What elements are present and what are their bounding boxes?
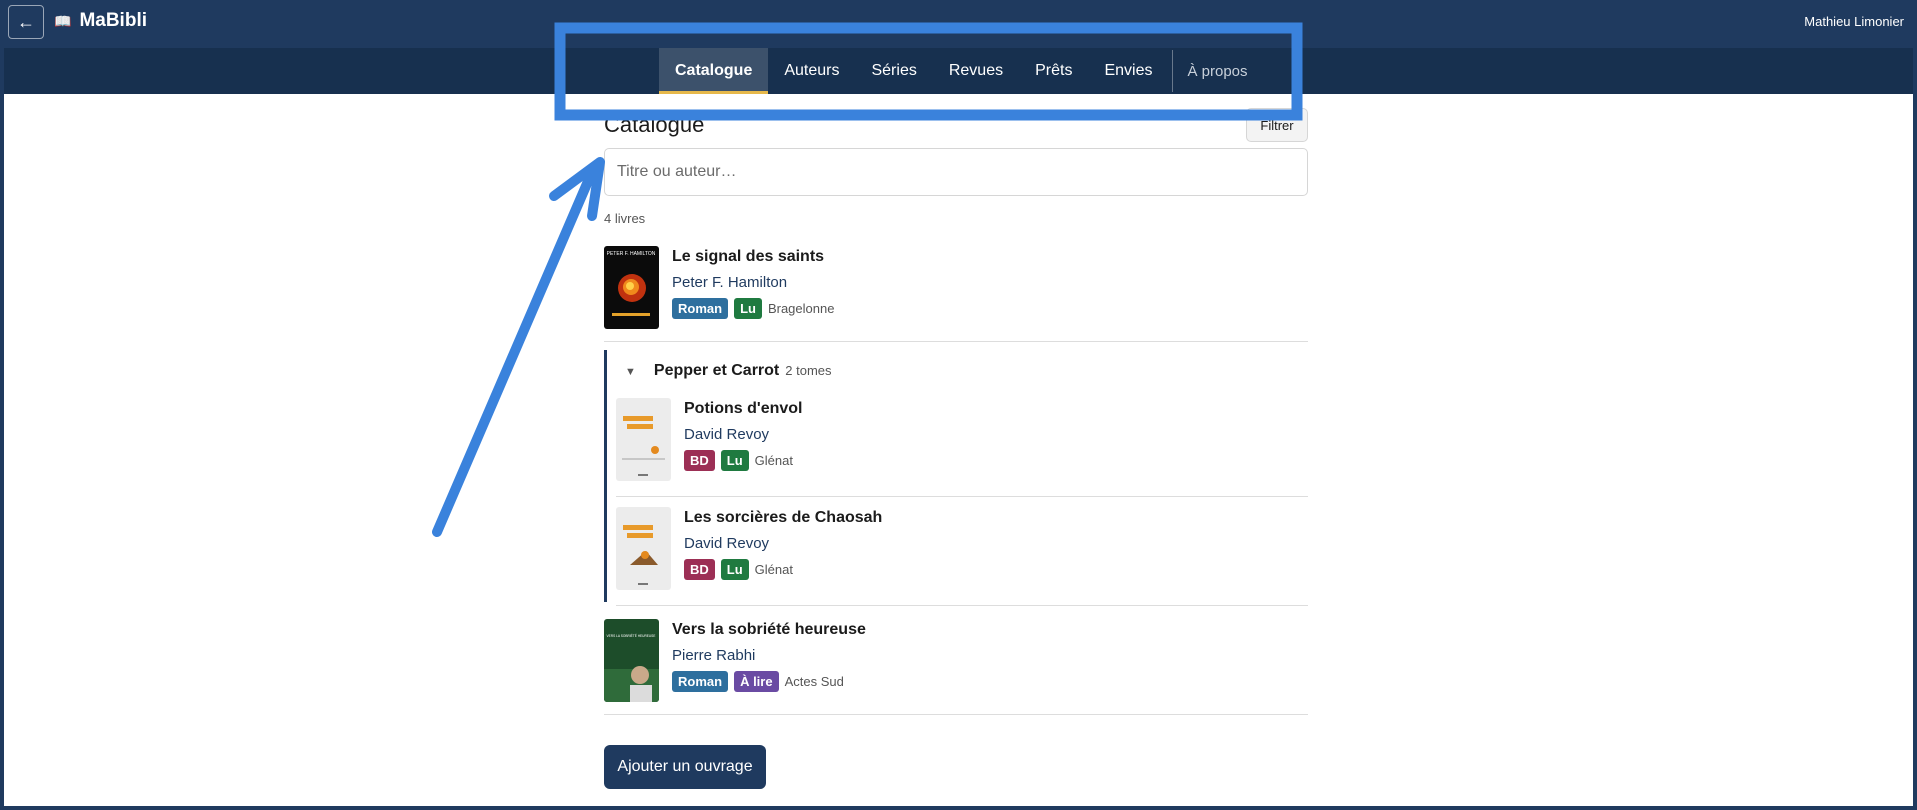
book-publisher: Glénat — [754, 453, 793, 468]
nav-item-prets[interactable]: Prêts — [1019, 48, 1088, 94]
book-info: Potions d'envol David Revoy BD Lu Glénat — [684, 398, 802, 496]
book-publisher: Bragelonne — [767, 301, 835, 316]
back-button[interactable]: ← — [8, 5, 44, 39]
series-group: ▼ Pepper et Carrot 2 tomes Potions d'env… — [604, 350, 1308, 606]
book-author: Pierre Rabhi — [672, 647, 756, 664]
book-title: Potions d'envol — [684, 400, 803, 417]
nav-item-series[interactable]: Séries — [855, 48, 932, 94]
book-title: Vers la sobriété heureuse — [672, 621, 866, 638]
book-info: Vers la sobriété heureuse Pierre Rabhi R… — [672, 619, 866, 714]
book-item[interactable]: PETER F. HAMILTON Le signal des saints P… — [604, 246, 1308, 342]
filter-button[interactable]: Filtrer — [1246, 108, 1308, 142]
main-nav: Catalogue Auteurs Séries Revues Prêts En… — [659, 48, 1264, 94]
series-header[interactable]: ▼ Pepper et Carrot 2 tomes — [625, 362, 832, 380]
book-title: Les sorcières de Chaosah — [684, 509, 883, 526]
book-item[interactable]: Les sorcières de Chaosah David Revoy BD … — [616, 507, 1308, 606]
book-tags: BD Lu Glénat — [684, 450, 802, 471]
cover-title-text: VERS LA SOBRIÉTÉ HEUREUSE — [607, 633, 656, 638]
status-badge: Lu — [720, 450, 749, 471]
genre-badge: BD — [684, 559, 715, 580]
series-name: Pepper et Carrot — [653, 362, 780, 379]
book-item[interactable]: Potions d'envol David Revoy BD Lu Glénat — [616, 398, 1308, 497]
book-icon: 📖 — [54, 12, 72, 29]
book-publisher: Glénat — [754, 562, 793, 577]
book-cover: VERS LA SOBRIÉTÉ HEUREUSE — [604, 619, 659, 702]
nav-item-envies[interactable]: Envies — [1088, 48, 1168, 94]
book-author: Peter F. Hamilton — [672, 274, 788, 291]
nav-item-catalogue[interactable]: Catalogue — [659, 48, 769, 94]
book-cover — [616, 398, 671, 481]
add-book-button[interactable]: Ajouter un ouvrage — [604, 745, 766, 789]
book-cover: PETER F. HAMILTON — [604, 246, 659, 329]
book-info: Les sorcières de Chaosah David Revoy BD … — [684, 507, 882, 605]
book-publisher: Actes Sud — [784, 674, 844, 689]
nav-item-auteurs[interactable]: Auteurs — [768, 48, 855, 94]
book-count: 4 livres — [604, 211, 646, 226]
status-badge: Lu — [720, 559, 749, 580]
genre-badge: Roman — [672, 671, 729, 692]
book-cover — [616, 507, 671, 590]
user-name[interactable]: Mathieu Limonier — [1804, 14, 1904, 29]
chevron-down-icon: ▼ — [625, 366, 636, 378]
book-info: Le signal des saints Peter F. Hamilton R… — [672, 246, 834, 341]
back-arrow-icon: ← — [17, 11, 35, 32]
book-author: David Revoy — [684, 535, 770, 552]
page-title: Catalogue — [604, 112, 705, 137]
book-tags: BD Lu Glénat — [684, 559, 882, 580]
book-item[interactable]: VERS LA SOBRIÉTÉ HEUREUSE Vers la sobrié… — [604, 619, 1308, 715]
app-brand[interactable]: 📖 MaBibli — [54, 10, 147, 32]
content-area: Catalogue Filtrer 4 livres PETER F. HAMI… — [4, 94, 1913, 806]
genre-badge: Roman — [672, 298, 729, 319]
cover-author-text: PETER F. HAMILTON — [607, 251, 656, 257]
nav-item-revues[interactable]: Revues — [933, 48, 1019, 94]
book-author: David Revoy — [684, 426, 770, 443]
top-bar: ← 📖 MaBibli Mathieu Limonier — [0, 0, 1917, 48]
series-count: 2 tomes — [785, 363, 832, 378]
app-title: MaBibli — [79, 10, 147, 31]
search-input[interactable] — [604, 148, 1308, 196]
nav-bar: Catalogue Auteurs Séries Revues Prêts En… — [4, 48, 1913, 94]
book-tags: Roman Lu Bragelonne — [672, 298, 834, 319]
status-badge: À lire — [734, 671, 779, 692]
book-tags: Roman À lire Actes Sud — [672, 671, 866, 692]
nav-item-about[interactable]: À propos — [1173, 48, 1263, 94]
genre-badge: BD — [684, 450, 715, 471]
book-title: Le signal des saints — [672, 248, 825, 265]
status-badge: Lu — [734, 298, 762, 319]
